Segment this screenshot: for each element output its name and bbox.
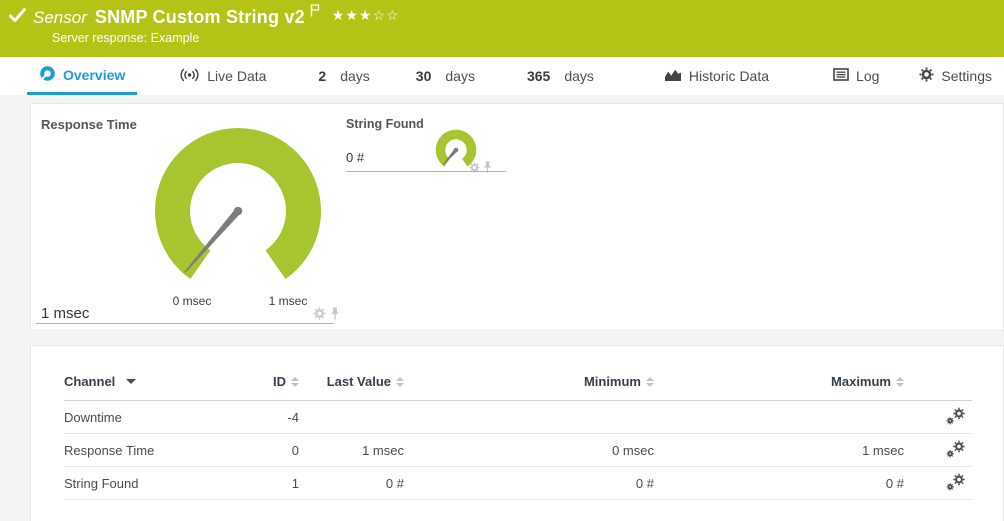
edit-channel-gears-icon[interactable] — [904, 433, 972, 467]
overview-gauges-panel: Response Time 0 msec 1 msec 1 msec Strin… — [30, 103, 1004, 331]
priority-flag-icon — [310, 3, 320, 22]
sort-icon — [896, 376, 904, 387]
widget-gear-icon[interactable] — [469, 160, 480, 178]
widget-divider — [346, 171, 506, 172]
string-found-widget-title: String Found — [346, 117, 424, 131]
gauge-scale-min-label: 0 msec — [172, 294, 212, 308]
sensor-status-message: Server response: Example — [52, 31, 200, 45]
gear-icon — [919, 67, 934, 85]
column-header-actions — [904, 374, 972, 401]
stars-filled: ★★★ — [331, 7, 373, 23]
table-row-response-time: Response Time 0 1 msec 0 msec 1 msec — [64, 433, 972, 467]
column-header-maximum[interactable]: Maximum — [654, 374, 904, 401]
column-header-minimum[interactable]: Minimum — [404, 374, 654, 401]
live-broadcast-icon — [179, 68, 200, 85]
tab-log[interactable]: Log — [821, 57, 891, 95]
widget-pin-icon[interactable] — [483, 160, 492, 178]
tab-bar: Overview Live Data 2 days 30 days 365 da… — [0, 57, 1004, 95]
response-time-last-value: 1 msec — [41, 305, 90, 322]
tab-overview-label: Overview — [63, 66, 126, 83]
sort-icon — [291, 376, 299, 387]
area-chart-icon — [664, 68, 682, 85]
page-title: SNMP Custom String v2 — [94, 7, 305, 27]
table-row-string-found: String Found 1 0 # 0 # 0 # — [64, 466, 972, 500]
widget-divider — [36, 323, 334, 324]
sort-desc-icon — [126, 379, 137, 384]
sort-icon — [396, 376, 404, 387]
tab-log-label: Log — [856, 68, 880, 84]
column-header-id[interactable]: ID — [244, 374, 299, 401]
channel-last-value: 0 # — [299, 466, 404, 500]
sensor-header: Sensor SNMP Custom String v2 ★★★☆☆ Serve… — [0, 0, 1004, 57]
channel-table-panel: Channel ID Last Value Minimum Maximum Do… — [30, 345, 1004, 521]
tab-30-days-unit: days — [445, 68, 475, 84]
tab-2-days[interactable]: 2 days — [306, 57, 381, 95]
tab-historic-data-label: Historic Data — [688, 68, 770, 84]
channel-maximum — [654, 400, 904, 434]
channel-last-value: 1 msec — [299, 433, 404, 467]
tab-2-days-number: 2 — [318, 68, 327, 84]
tab-live-data[interactable]: Live Data — [167, 57, 278, 95]
tab-overview[interactable]: Overview — [27, 57, 138, 95]
channel-table-header-row: Channel ID Last Value Minimum Maximum — [64, 374, 972, 401]
tab-settings-label: Settings — [941, 68, 992, 84]
channel-table: Channel ID Last Value Minimum Maximum Do… — [64, 374, 972, 500]
response-time-widget-title: Response Time — [41, 117, 137, 132]
channel-last-value — [299, 400, 404, 434]
channel-maximum: 1 msec — [654, 433, 904, 467]
tab-2-days-unit: days — [340, 68, 370, 84]
stars-empty: ☆☆ — [372, 7, 400, 23]
object-kind-label: Sensor — [33, 7, 87, 27]
response-time-gauge — [155, 128, 321, 294]
tab-365-days-number: 365 — [526, 68, 551, 84]
tab-settings[interactable]: Settings — [907, 57, 1004, 95]
channel-name: String Found — [64, 466, 244, 500]
status-ok-check-icon — [9, 7, 26, 28]
tab-30-days-number: 30 — [415, 68, 432, 84]
string-found-widget-controls — [469, 160, 492, 178]
gauge-icon — [39, 65, 56, 85]
tab-365-days[interactable]: 365 days — [515, 57, 606, 95]
tab-historic-data[interactable]: Historic Data — [652, 57, 781, 95]
table-row-downtime: Downtime -4 — [64, 400, 972, 434]
string-found-last-value: 0 # — [346, 150, 365, 165]
column-header-channel[interactable]: Channel — [64, 374, 244, 401]
edit-channel-gears-icon[interactable] — [904, 466, 972, 500]
log-list-icon — [833, 68, 849, 84]
channel-id: -4 — [244, 400, 299, 434]
channel-minimum: 0 msec — [404, 433, 654, 467]
channel-minimum — [404, 400, 654, 434]
edit-channel-gears-icon[interactable] — [904, 400, 972, 434]
tab-live-data-label: Live Data — [207, 68, 267, 84]
sort-icon — [646, 376, 654, 387]
channel-maximum: 0 # — [654, 466, 904, 500]
gauge-scale-max-label: 1 msec — [268, 294, 308, 308]
channel-minimum: 0 # — [404, 466, 654, 500]
channel-id: 0 — [244, 433, 299, 467]
tab-365-days-unit: days — [564, 68, 594, 84]
channel-name: Response Time — [64, 433, 244, 467]
column-header-last-value[interactable]: Last Value — [299, 374, 404, 401]
channel-name: Downtime — [64, 400, 244, 434]
tab-30-days[interactable]: 30 days — [404, 57, 487, 95]
priority-stars[interactable]: ★★★☆☆ — [332, 7, 400, 24]
channel-id: 1 — [244, 466, 299, 500]
